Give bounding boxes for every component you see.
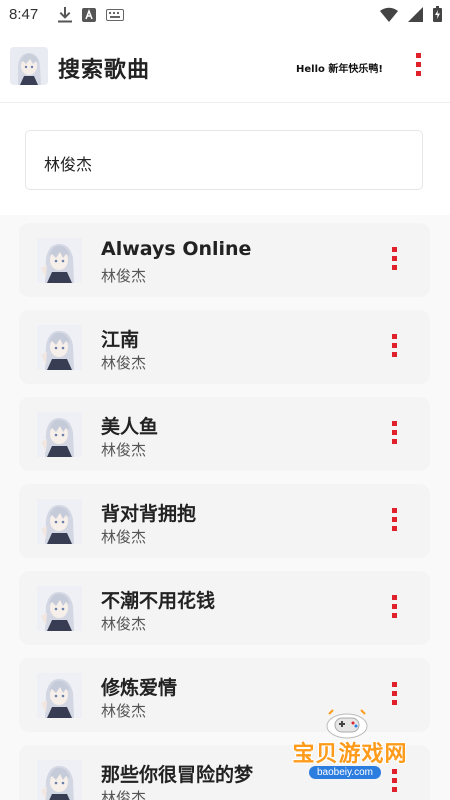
keyboard-icon: [106, 9, 124, 21]
song-artist: 林俊杰: [101, 354, 147, 372]
more-vertical-icon[interactable]: [391, 334, 397, 357]
signal-icon: [408, 6, 423, 22]
song-artist: 林俊杰: [101, 789, 147, 800]
wifi-icon: [380, 7, 398, 22]
song-card[interactable]: 背对背拥抱 林俊杰: [19, 484, 430, 558]
more-vertical-icon[interactable]: [415, 53, 421, 76]
song-title: 江南: [101, 329, 140, 351]
more-vertical-icon[interactable]: [391, 595, 397, 618]
download-icon: [58, 7, 72, 23]
search-section: 林俊杰: [0, 103, 450, 213]
song-title: Always Online: [101, 238, 252, 260]
song-title: 不潮不用花钱: [101, 590, 216, 612]
song-title: 背对背拥抱: [101, 503, 197, 525]
song-card[interactable]: 不潮不用花钱 林俊杰: [19, 571, 430, 645]
song-title: 修炼爱情: [101, 677, 178, 699]
greeting-text: Hello 新年快乐鸭!: [296, 64, 383, 75]
search-input-value: 林俊杰: [44, 155, 93, 174]
album-cover: [37, 238, 82, 283]
album-cover: [37, 760, 82, 800]
avatar[interactable]: [10, 47, 48, 85]
song-card[interactable]: 江南 林俊杰: [19, 310, 430, 384]
album-cover: [37, 499, 82, 544]
app-header: 搜索歌曲 Hello 新年快乐鸭!: [0, 30, 450, 103]
song-artist: 林俊杰: [101, 441, 147, 459]
more-vertical-icon[interactable]: [391, 682, 397, 705]
more-vertical-icon[interactable]: [391, 508, 397, 531]
song-artist: 林俊杰: [101, 702, 147, 720]
album-cover: [37, 673, 82, 718]
status-time: 8:47: [9, 6, 39, 23]
a-letter-icon: [82, 8, 96, 22]
song-title: 那些你很冒险的梦: [101, 764, 254, 786]
more-vertical-icon[interactable]: [391, 247, 397, 270]
album-cover: [37, 412, 82, 457]
song-artist: 林俊杰: [101, 615, 147, 633]
song-artist: 林俊杰: [101, 267, 147, 285]
watermark-url: baobeiy.com: [309, 766, 381, 779]
more-vertical-icon[interactable]: [391, 421, 397, 444]
song-artist: 林俊杰: [101, 528, 147, 546]
system-icons: [380, 6, 442, 22]
watermark-text: 宝贝游戏网: [292, 742, 408, 767]
status-bar: 8:47: [0, 0, 450, 30]
song-title: 美人鱼: [101, 416, 159, 438]
song-card[interactable]: 美人鱼 林俊杰: [19, 397, 430, 471]
notification-icons: [58, 7, 124, 23]
album-cover: [37, 325, 82, 370]
search-input[interactable]: 林俊杰: [25, 130, 423, 190]
album-cover: [37, 586, 82, 631]
song-card[interactable]: Always Online 林俊杰: [19, 223, 430, 297]
battery-icon: [433, 6, 442, 22]
page-title: 搜索歌曲: [58, 58, 151, 83]
watermark-logo: 宝贝游戏网 baobeiy.com: [275, 708, 425, 788]
